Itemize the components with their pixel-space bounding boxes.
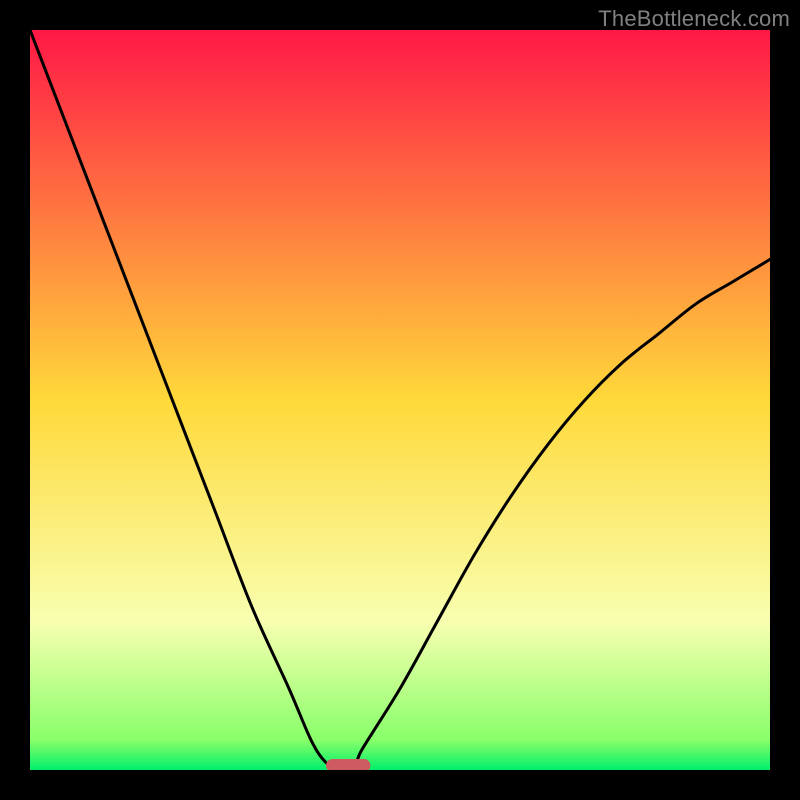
min-marker [326, 759, 370, 770]
bottleneck-chart [30, 30, 770, 770]
gradient-background [30, 30, 770, 770]
watermark-text: TheBottleneck.com [598, 6, 790, 32]
chart-frame: TheBottleneck.com [0, 0, 800, 800]
plot-area [30, 30, 770, 770]
min-marker-group [326, 759, 370, 770]
